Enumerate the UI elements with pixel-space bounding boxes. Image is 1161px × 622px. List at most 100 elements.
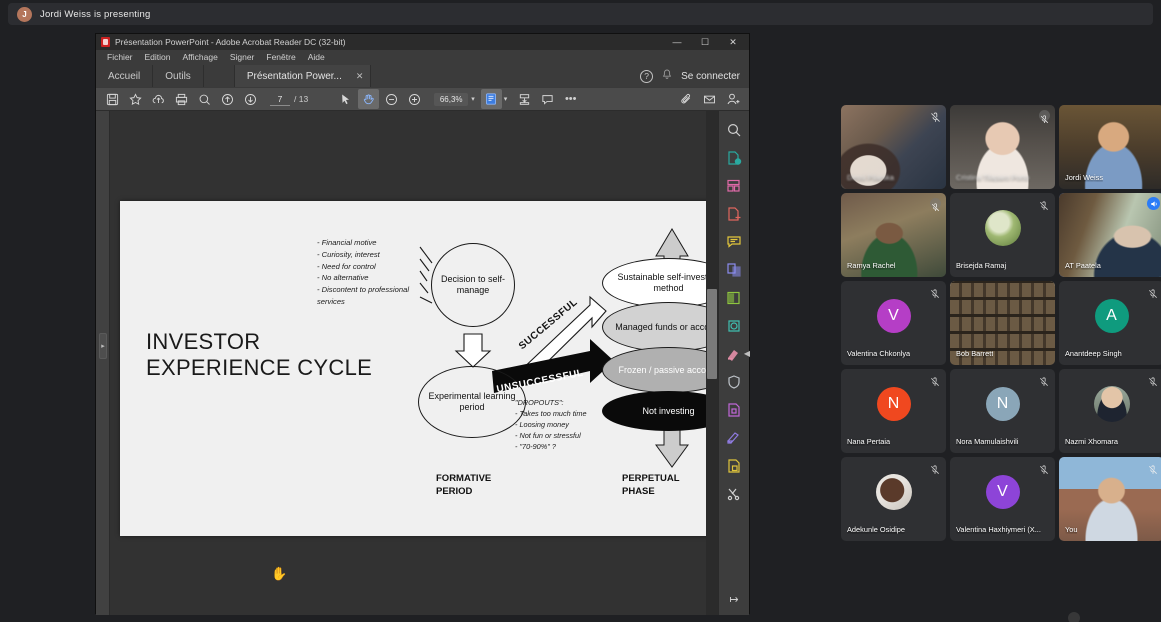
mic-muted-icon xyxy=(930,374,941,385)
tab-accueil[interactable]: Accueil xyxy=(96,65,153,87)
participant-tile[interactable]: Ramya Rachel xyxy=(841,193,946,277)
star-icon[interactable] xyxy=(125,89,146,109)
participant-tile[interactable]: Nazmi Xhomara xyxy=(1059,369,1161,453)
expand-navigation-pane-handle[interactable]: ▸ xyxy=(99,333,107,359)
cloud-upload-icon[interactable] xyxy=(148,89,169,109)
sign-in-button[interactable]: Se connecter xyxy=(681,71,740,82)
avatar-initial: A xyxy=(1095,299,1129,333)
participant-tile[interactable]: Jordi Weiss xyxy=(1059,105,1161,189)
zoom-level-value[interactable]: 66,3% xyxy=(434,93,468,106)
speaker-active-icon xyxy=(1147,197,1160,210)
maximize-button[interactable]: ☐ xyxy=(691,34,719,50)
navigation-pane-rail[interactable]: ▸ xyxy=(96,111,110,615)
zoom-control: 66,3% ▾ xyxy=(434,93,475,106)
help-icon[interactable]: ? xyxy=(640,70,653,83)
bell-icon[interactable] xyxy=(662,69,672,83)
create-pdf-icon[interactable] xyxy=(725,204,744,223)
mic-muted-icon xyxy=(1039,462,1050,473)
save-icon[interactable] xyxy=(102,89,123,109)
search-document-icon[interactable] xyxy=(725,120,744,139)
add-person-icon[interactable] xyxy=(722,89,743,109)
scrollbar-thumb[interactable] xyxy=(707,289,717,379)
combine-files-icon[interactable] xyxy=(725,260,744,279)
zoom-in-icon[interactable] xyxy=(404,89,425,109)
edit-pdf-icon[interactable] xyxy=(725,288,744,307)
fill-sign-icon[interactable] xyxy=(725,344,744,363)
scroll-mode-icon[interactable] xyxy=(514,89,535,109)
participant-tile-self[interactable]: You xyxy=(1059,457,1161,541)
stamp-icon[interactable] xyxy=(725,316,744,335)
participant-tile[interactable]: Brisejda Ramaj xyxy=(950,193,1055,277)
scissors-icon[interactable] xyxy=(725,484,744,503)
arrow-decision-to-experimental xyxy=(456,334,490,367)
pdf-scroll-area[interactable]: INVESTOR EXPERIENCE CYCLE - Financial mo… xyxy=(110,111,706,615)
collapse-panel-icon[interactable]: ↦ xyxy=(729,593,738,606)
presenting-banner: J Jordi Weiss is presenting xyxy=(8,3,1153,25)
avatar xyxy=(876,474,912,510)
zoom-chevron-down-icon[interactable]: ▾ xyxy=(471,95,475,103)
participant-tile[interactable]: A Anantdeep Singh xyxy=(1059,281,1161,365)
menu-fenetre[interactable]: Fenêtre xyxy=(260,50,301,65)
attach-icon[interactable] xyxy=(676,89,697,109)
page-up-icon[interactable] xyxy=(217,89,238,109)
minimize-button[interactable]: — xyxy=(663,34,691,50)
more-tools-icon[interactable]: ••• xyxy=(560,89,581,109)
menu-aide[interactable]: Aide xyxy=(302,50,331,65)
participant-name: Nora Mamulaishvili xyxy=(956,437,1018,446)
slide-graphic: INVESTOR EXPERIENCE CYCLE - Financial mo… xyxy=(120,201,706,536)
cursor-icon[interactable] xyxy=(335,89,356,109)
menu-fichier[interactable]: Fichier xyxy=(101,50,139,65)
avatar xyxy=(1094,386,1130,422)
organize-pages-icon[interactable] xyxy=(725,176,744,195)
document-vertical-scrollbar[interactable] xyxy=(706,111,718,615)
participant-tile[interactable]: Dessi Pilarska xyxy=(841,105,946,189)
menu-affichage[interactable]: Affichage xyxy=(177,50,224,65)
mail-icon[interactable] xyxy=(699,89,720,109)
participant-name: Jordi Weiss xyxy=(1065,173,1103,182)
sign-icon[interactable] xyxy=(725,400,744,419)
participant-tile-active-speaker[interactable]: AT Paatela xyxy=(1059,193,1161,277)
perpetual-line2: PHASE xyxy=(622,486,680,499)
zoom-search-icon[interactable] xyxy=(194,89,215,109)
participant-name: Brisejda Ramaj xyxy=(956,261,1006,270)
measure-icon[interactable] xyxy=(725,456,744,475)
participant-tile[interactable]: V Valentina Chkonlya xyxy=(841,281,946,365)
menu-signer[interactable]: Signer xyxy=(224,50,261,65)
tab-outils[interactable]: Outils xyxy=(153,65,204,87)
menu-edition[interactable]: Edition xyxy=(139,50,177,65)
participant-tile[interactable]: Adekunle Osidipe xyxy=(841,457,946,541)
dropouts-item: - "70-90%" ? xyxy=(515,442,625,453)
collapse-right-pane-icon[interactable]: ◀ xyxy=(744,349,750,358)
participant-name: AT Paatela xyxy=(1065,261,1101,270)
comment-tool-icon[interactable] xyxy=(725,232,744,251)
tab-close-icon[interactable]: ✕ xyxy=(356,71,364,82)
fit-chevron-down-icon[interactable]: ▾ xyxy=(504,95,508,103)
certificate-icon[interactable] xyxy=(725,428,744,447)
participant-name: Nana Pertaia xyxy=(847,437,890,446)
dropouts-item: - Takes too much time xyxy=(515,409,625,420)
formative-line1: FORMATIVE xyxy=(436,473,491,486)
acrobat-tab-bar: Accueil Outils Présentation Power... ✕ ?… xyxy=(96,65,749,87)
close-button[interactable]: ✕ xyxy=(719,34,747,50)
comment-icon[interactable] xyxy=(537,89,558,109)
avatar-initial: N xyxy=(986,387,1020,421)
page-down-icon[interactable] xyxy=(240,89,261,109)
presenter-avatar: J xyxy=(17,7,32,22)
export-pdf-icon[interactable] xyxy=(725,148,744,167)
print-icon[interactable] xyxy=(171,89,192,109)
protect-icon[interactable] xyxy=(725,372,744,391)
participant-name: Valentina Haxhiymeri (X... xyxy=(956,525,1041,534)
page-number-input[interactable]: 7 xyxy=(270,92,290,106)
participant-name: Valentina Chkonlya xyxy=(847,349,910,358)
tools-right-rail: ↦ xyxy=(718,111,749,615)
participant-tile[interactable]: V Valentina Haxhiymeri (X... xyxy=(950,457,1055,541)
participant-tile[interactable]: N Nora Mamulaishvili xyxy=(950,369,1055,453)
hand-icon[interactable] xyxy=(358,89,379,109)
fit-page-icon[interactable] xyxy=(481,89,502,109)
participant-tile[interactable]: Bob Barrett xyxy=(950,281,1055,365)
zoom-out-icon[interactable] xyxy=(381,89,402,109)
dropouts-item: - Loosing money xyxy=(515,420,625,431)
tab-document[interactable]: Présentation Power... ✕ xyxy=(234,65,372,87)
participant-tile[interactable]: Cristina Tilaparo Porto xyxy=(950,105,1055,189)
participant-tile[interactable]: N Nana Pertaia xyxy=(841,369,946,453)
